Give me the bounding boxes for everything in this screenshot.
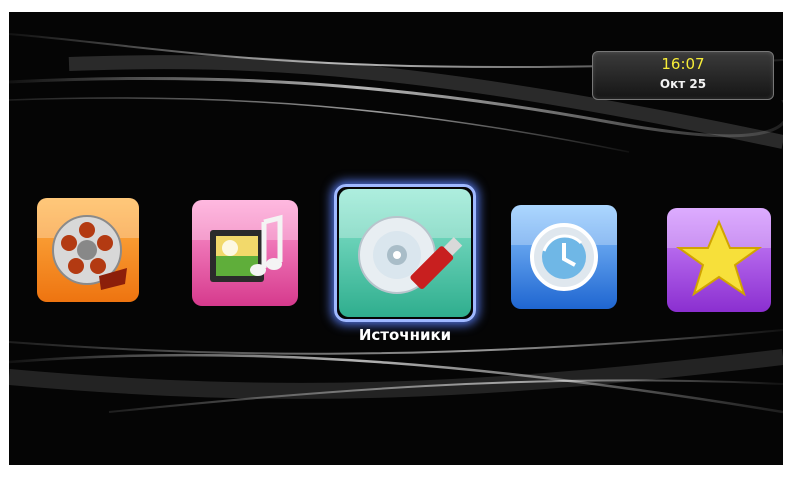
tv-screen: 16:07 Окт 25 Источники [9,12,783,465]
menu-tile-history[interactable] [511,205,617,309]
clock-panel: 16:07 Окт 25 [592,51,774,100]
music-film-icon [210,214,283,282]
clock-time: 16:07 [661,55,705,73]
star-icon [675,219,763,297]
menu-tile-movies[interactable] [37,198,139,302]
menu-tile-favorites[interactable] [667,208,771,312]
menu-tile-media[interactable] [192,200,298,306]
film-reel-icon [52,215,127,290]
selected-menu-label: Источники [358,326,452,344]
clock-date: Окт 25 [659,77,707,91]
clock-history-icon [530,223,598,291]
selection-highlight [334,184,476,322]
